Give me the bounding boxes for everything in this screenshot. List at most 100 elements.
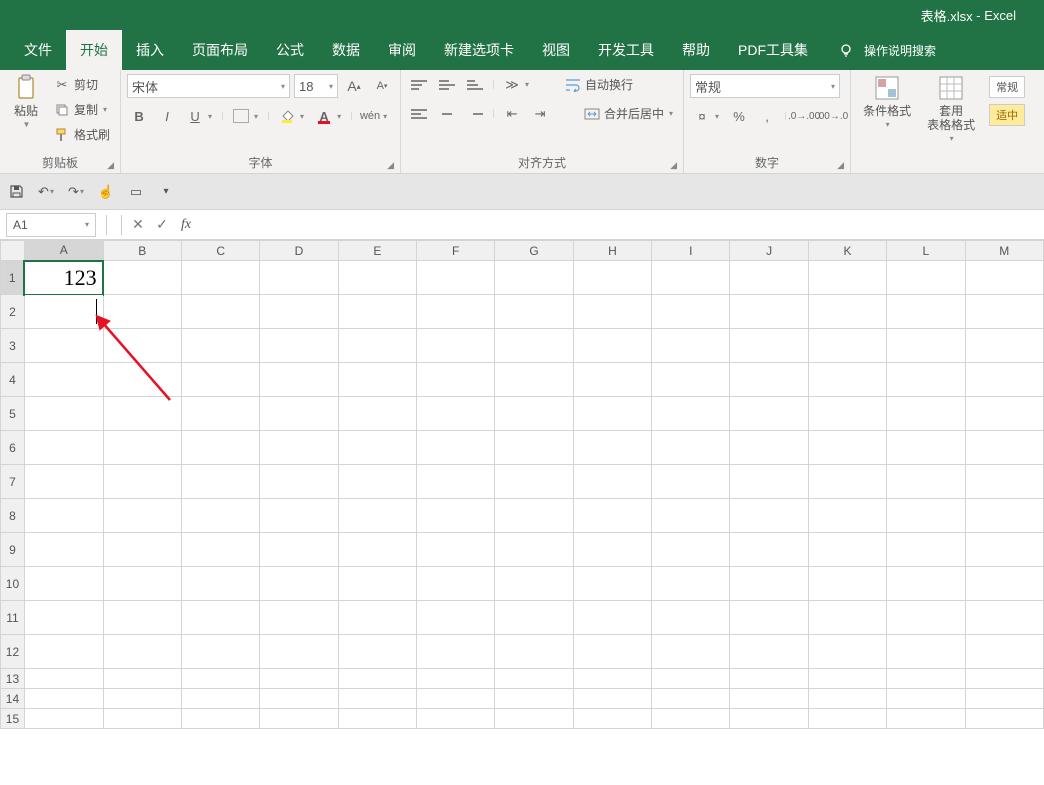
cell-J10[interactable]	[730, 567, 808, 601]
cell-A8[interactable]	[24, 499, 103, 533]
cell-M15[interactable]	[965, 709, 1044, 729]
cell-G3[interactable]	[495, 329, 573, 363]
cell-D1[interactable]	[260, 261, 338, 295]
orientation-button[interactable]: ≫▾	[500, 75, 533, 95]
cell-C8[interactable]	[181, 499, 259, 533]
cell-G1[interactable]	[495, 261, 573, 295]
cell-H6[interactable]	[573, 431, 651, 465]
tab-pdf-tools[interactable]: PDF工具集	[724, 30, 822, 70]
decrease-decimal-button[interactable]: .00→.0	[820, 106, 844, 126]
align-left-button[interactable]	[407, 104, 431, 124]
format-painter-button[interactable]: 格式刷	[50, 124, 114, 145]
copy-button[interactable]: 复制 ▾	[50, 99, 111, 120]
cell-G11[interactable]	[495, 601, 573, 635]
cell-L13[interactable]	[887, 669, 965, 689]
cell-M3[interactable]	[965, 329, 1044, 363]
cell-D6[interactable]	[260, 431, 338, 465]
cell-M6[interactable]	[965, 431, 1044, 465]
cell-H4[interactable]	[573, 363, 651, 397]
cell-G7[interactable]	[495, 465, 573, 499]
cell-A2[interactable]	[24, 295, 103, 329]
font-size-combo[interactable]: 18▾	[294, 74, 338, 98]
cell-F11[interactable]	[417, 601, 495, 635]
row-header-6[interactable]: 6	[1, 431, 25, 465]
cell-G5[interactable]	[495, 397, 573, 431]
tab-page-layout[interactable]: 页面布局	[178, 30, 262, 70]
cell-E9[interactable]	[338, 533, 416, 567]
cell-B12[interactable]	[103, 635, 181, 669]
cell-G15[interactable]	[495, 709, 573, 729]
cell-A12[interactable]	[24, 635, 103, 669]
cell-style-normal[interactable]: 常规	[989, 76, 1025, 98]
cell-K9[interactable]	[808, 533, 886, 567]
cell-E11[interactable]	[338, 601, 416, 635]
tab-home[interactable]: 开始	[66, 30, 122, 70]
column-header-G[interactable]: G	[495, 241, 573, 261]
cell-G6[interactable]	[495, 431, 573, 465]
cell-L9[interactable]	[887, 533, 965, 567]
cell-C2[interactable]	[181, 295, 259, 329]
cell-H2[interactable]	[573, 295, 651, 329]
formula-input[interactable]	[198, 213, 1044, 237]
cell-K1[interactable]	[808, 261, 886, 295]
cell-L2[interactable]	[887, 295, 965, 329]
tab-insert[interactable]: 插入	[122, 30, 178, 70]
cell-E1[interactable]	[338, 261, 416, 295]
cell-A6[interactable]	[24, 431, 103, 465]
cell-G10[interactable]	[495, 567, 573, 601]
cell-H11[interactable]	[573, 601, 651, 635]
cell-E6[interactable]	[338, 431, 416, 465]
cell-E5[interactable]	[338, 397, 416, 431]
cell-F14[interactable]	[417, 689, 495, 709]
cell-A7[interactable]	[24, 465, 103, 499]
cell-F15[interactable]	[417, 709, 495, 729]
cell-C6[interactable]	[181, 431, 259, 465]
undo-icon[interactable]: ↶▾	[38, 184, 54, 200]
dialog-launcher-icon[interactable]: ◢	[837, 160, 844, 171]
cell-I6[interactable]	[652, 431, 730, 465]
cell-G4[interactable]	[495, 363, 573, 397]
cell-I3[interactable]	[652, 329, 730, 363]
cell-D4[interactable]	[260, 363, 338, 397]
cell-B2[interactable]	[103, 295, 181, 329]
cell-E10[interactable]	[338, 567, 416, 601]
cell-L12[interactable]	[887, 635, 965, 669]
cell-B1[interactable]	[103, 261, 181, 295]
cell-K6[interactable]	[808, 431, 886, 465]
cell-C12[interactable]	[181, 635, 259, 669]
cell-D2[interactable]	[260, 295, 338, 329]
cell-A14[interactable]	[24, 689, 103, 709]
cell-G8[interactable]	[495, 499, 573, 533]
cell-M9[interactable]	[965, 533, 1044, 567]
cell-H5[interactable]	[573, 397, 651, 431]
underline-button[interactable]: U▾	[183, 106, 216, 126]
cell-D5[interactable]	[260, 397, 338, 431]
cell-J3[interactable]	[730, 329, 808, 363]
cell-L3[interactable]	[887, 329, 965, 363]
tab-help[interactable]: 帮助	[668, 30, 724, 70]
cell-M8[interactable]	[965, 499, 1044, 533]
row-header-8[interactable]: 8	[1, 499, 25, 533]
row-header-9[interactable]: 9	[1, 533, 25, 567]
cell-C15[interactable]	[181, 709, 259, 729]
phonetic-button[interactable]: wén▾	[358, 106, 391, 126]
increase-indent-button[interactable]: ⇥	[528, 104, 552, 124]
cell-M4[interactable]	[965, 363, 1044, 397]
cell-K2[interactable]	[808, 295, 886, 329]
cell-B7[interactable]	[103, 465, 181, 499]
cell-H7[interactable]	[573, 465, 651, 499]
cell-L5[interactable]	[887, 397, 965, 431]
cell-E7[interactable]	[338, 465, 416, 499]
cell-J14[interactable]	[730, 689, 808, 709]
cell-M5[interactable]	[965, 397, 1044, 431]
tab-developer[interactable]: 开发工具	[584, 30, 668, 70]
cell-D10[interactable]	[260, 567, 338, 601]
cell-C9[interactable]	[181, 533, 259, 567]
cell-E4[interactable]	[338, 363, 416, 397]
confirm-edit-button[interactable]: ✓	[150, 213, 174, 237]
cell-A13[interactable]	[24, 669, 103, 689]
cell-H10[interactable]	[573, 567, 651, 601]
cell-I8[interactable]	[652, 499, 730, 533]
cell-K13[interactable]	[808, 669, 886, 689]
tab-view[interactable]: 视图	[528, 30, 584, 70]
